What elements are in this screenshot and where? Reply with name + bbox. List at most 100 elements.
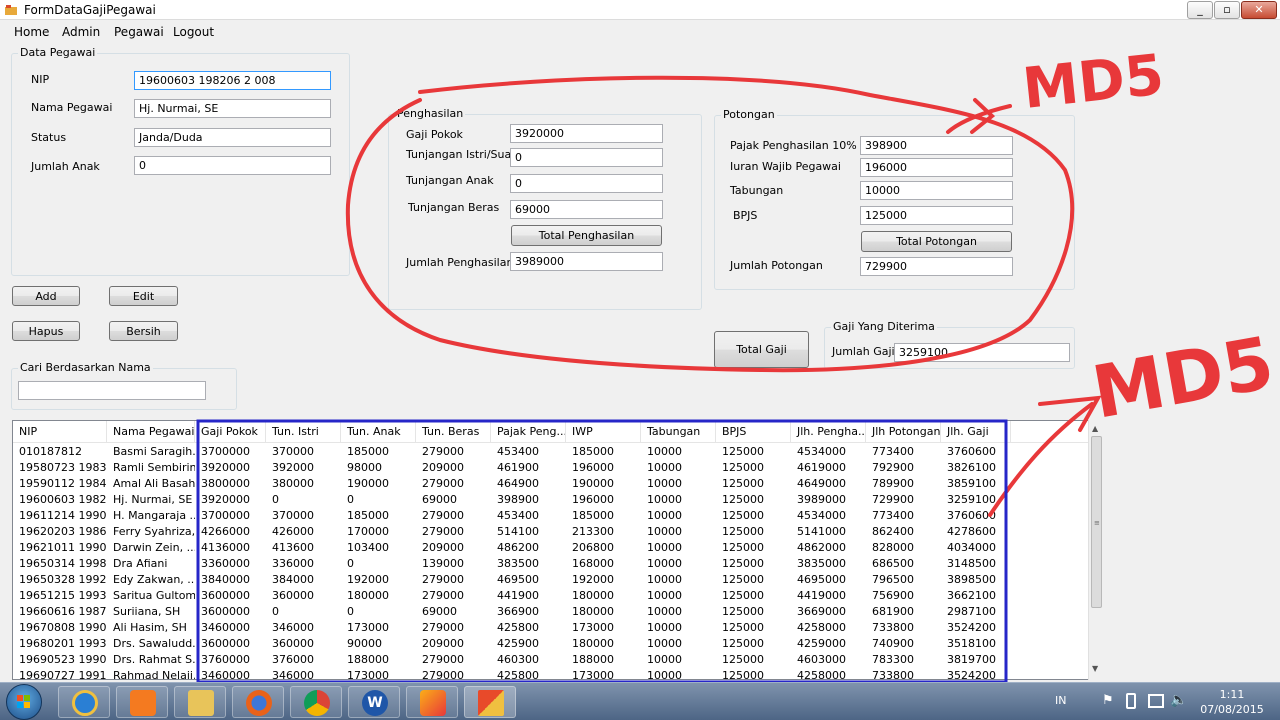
volume-icon[interactable]: 🔈 <box>1170 692 1187 708</box>
table-cell[interactable]: 125000 <box>716 492 791 508</box>
table-cell[interactable]: 796500 <box>866 572 941 588</box>
table-cell[interactable]: 125000 <box>716 636 791 652</box>
table-cell[interactable]: 125000 <box>716 508 791 524</box>
bpjs-input[interactable]: 125000 <box>860 206 1013 225</box>
table-cell[interactable]: 3920000 <box>195 492 266 508</box>
jumlah-gaji-input[interactable]: 3259100 <box>894 343 1070 362</box>
table-cell[interactable]: 3898500 <box>941 572 1011 588</box>
taskbar-active-app[interactable] <box>464 686 516 718</box>
table-cell[interactable]: 10000 <box>641 508 716 524</box>
table-cell[interactable]: 69000 <box>416 492 491 508</box>
table-cell[interactable]: 346000 <box>266 620 341 636</box>
grid-column-header[interactable]: Jlh. Pengha... <box>791 421 866 443</box>
table-cell[interactable]: 173000 <box>566 668 641 679</box>
add-button[interactable]: Add <box>12 286 80 306</box>
table-cell[interactable]: 3518100 <box>941 636 1011 652</box>
tunjangan-istri-input[interactable]: 0 <box>510 148 663 167</box>
table-cell[interactable]: 173000 <box>341 668 416 679</box>
table-cell[interactable]: 125000 <box>716 444 791 460</box>
table-cell[interactable]: 19690523 19901... <box>13 652 107 668</box>
table-cell[interactable]: Drs. Rahmat S... <box>107 652 195 668</box>
table-cell[interactable]: 828000 <box>866 540 941 556</box>
tabungan-input[interactable]: 10000 <box>860 181 1013 200</box>
menu-home[interactable]: Home <box>14 25 49 39</box>
table-cell[interactable]: 10000 <box>641 572 716 588</box>
table-row[interactable]: 19660616 19871...Suriiana, SH36000000069… <box>13 604 1013 620</box>
table-cell[interactable]: Saritua Gultom... <box>107 588 195 604</box>
table-cell[interactable]: 279000 <box>416 588 491 604</box>
grid-column-header[interactable]: Jlh. Gaji <box>941 421 1011 443</box>
table-cell[interactable]: 4258000 <box>791 620 866 636</box>
close-button[interactable]: ✕ <box>1241 1 1277 19</box>
table-cell[interactable]: 425800 <box>491 620 566 636</box>
table-cell[interactable]: H. Mangaraja ... <box>107 508 195 524</box>
table-cell[interactable]: 10000 <box>641 556 716 572</box>
table-cell[interactable]: 729900 <box>866 492 941 508</box>
menu-logout[interactable]: Logout <box>173 25 214 39</box>
table-cell[interactable]: 0 <box>266 604 341 620</box>
table-cell[interactable]: 10000 <box>641 492 716 508</box>
pajak-input[interactable]: 398900 <box>860 136 1013 155</box>
table-cell[interactable]: 783300 <box>866 652 941 668</box>
table-cell[interactable]: 279000 <box>416 508 491 524</box>
table-cell[interactable]: 453400 <box>491 508 566 524</box>
table-cell[interactable]: Ramli Sembirin... <box>107 460 195 476</box>
nip-input[interactable]: 19600603 198206 2 008 <box>134 71 331 90</box>
language-indicator[interactable]: IN <box>1055 694 1066 707</box>
table-row[interactable]: 19650314 19980...Dra Afiani3360000336000… <box>13 556 1013 572</box>
table-cell[interactable]: 3700000 <box>195 444 266 460</box>
table-cell[interactable]: 10000 <box>641 460 716 476</box>
gaji-pokok-input[interactable]: 3920000 <box>510 124 663 143</box>
table-cell[interactable]: 10000 <box>641 444 716 460</box>
table-cell[interactable]: 19660616 19871... <box>13 604 107 620</box>
table-cell[interactable]: 4534000 <box>791 444 866 460</box>
table-cell[interactable]: 125000 <box>716 572 791 588</box>
table-row[interactable]: 19600603 19820...Hj. Nurmai, SE392000000… <box>13 492 1013 508</box>
table-row[interactable]: 19580723 19830...Ramli Sembirin...392000… <box>13 460 1013 476</box>
table-cell[interactable]: 10000 <box>641 588 716 604</box>
scroll-thumb[interactable]: ≡ <box>1091 436 1102 608</box>
table-cell[interactable]: 360000 <box>266 636 341 652</box>
jumlah-penghasilan-input[interactable]: 3989000 <box>510 252 663 271</box>
table-cell[interactable]: 19651215 19930... <box>13 588 107 604</box>
table-cell[interactable]: 4136000 <box>195 540 266 556</box>
table-cell[interactable]: Ali Hasim, SH <box>107 620 195 636</box>
table-cell[interactable]: 380000 <box>266 476 341 492</box>
total-gaji-button[interactable]: Total Gaji <box>714 331 809 368</box>
grid-column-header[interactable]: IWP <box>566 421 641 443</box>
table-cell[interactable]: 3700000 <box>195 508 266 524</box>
table-cell[interactable]: 192000 <box>566 572 641 588</box>
table-cell[interactable]: 279000 <box>416 444 491 460</box>
table-cell[interactable]: 862400 <box>866 524 941 540</box>
jumlah-potongan-input[interactable]: 729900 <box>860 257 1013 276</box>
taskbar-firefox[interactable] <box>232 686 284 718</box>
vertical-scrollbar[interactable]: ▲ ≡ ▼ <box>1088 420 1104 680</box>
scroll-up-icon[interactable]: ▲ <box>1092 424 1098 433</box>
table-cell[interactable]: 4603000 <box>791 652 866 668</box>
table-cell[interactable]: 10000 <box>641 668 716 679</box>
table-cell[interactable]: 4534000 <box>791 508 866 524</box>
table-cell[interactable]: 3460000 <box>195 620 266 636</box>
table-cell[interactable]: 686500 <box>866 556 941 572</box>
table-cell[interactable]: 213300 <box>566 524 641 540</box>
table-cell[interactable]: 3600000 <box>195 636 266 652</box>
table-cell[interactable]: 3840000 <box>195 572 266 588</box>
table-cell[interactable]: 209000 <box>416 636 491 652</box>
table-cell[interactable]: 384000 <box>266 572 341 588</box>
table-cell[interactable]: Ferry Syahriza,... <box>107 524 195 540</box>
table-row[interactable]: 19690727 19911...Rahmad Nelaii...3460000… <box>13 668 1013 679</box>
table-cell[interactable]: Darwin Zein, ... <box>107 540 195 556</box>
iuran-input[interactable]: 196000 <box>860 158 1013 177</box>
table-cell[interactable]: 0 <box>341 604 416 620</box>
table-cell[interactable]: 4259000 <box>791 636 866 652</box>
taskbar-file-explorer[interactable] <box>174 686 226 718</box>
table-cell[interactable]: 125000 <box>716 460 791 476</box>
jumlah-anak-input[interactable]: 0 <box>134 156 331 175</box>
table-row[interactable]: 19620203 19860...Ferry Syahriza,...42660… <box>13 524 1013 540</box>
table-cell[interactable]: 3760600 <box>941 444 1011 460</box>
total-penghasilan-button[interactable]: Total Penghasilan <box>511 225 662 246</box>
table-cell[interactable]: Hj. Nurmai, SE <box>107 492 195 508</box>
table-cell[interactable]: 279000 <box>416 572 491 588</box>
table-cell[interactable]: 3760600 <box>941 508 1011 524</box>
taskbar-chrome[interactable] <box>290 686 342 718</box>
